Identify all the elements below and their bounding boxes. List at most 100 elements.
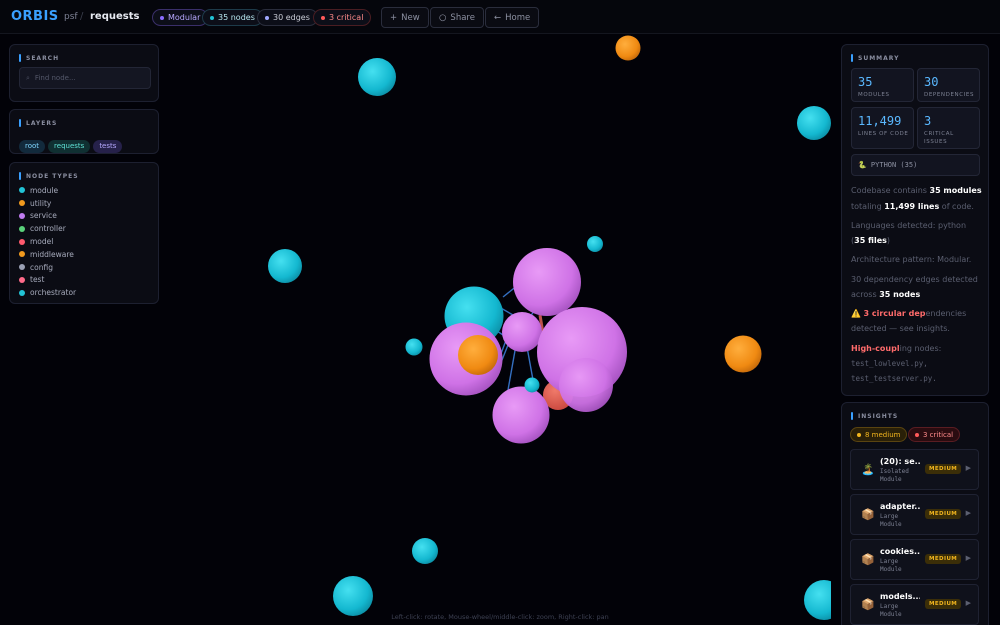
- summary-highlight: 35 nodes: [879, 290, 921, 299]
- legend-label: module: [30, 185, 59, 195]
- node-types-panel: NODE TYPES module utility service contro…: [9, 162, 159, 304]
- stat-critical-issues: 3 CRITICAL ISSUES: [917, 107, 980, 149]
- legend-item-config[interactable]: config: [19, 261, 76, 274]
- graph-node-module[interactable]: [797, 106, 831, 140]
- summary-line: Architecture pattern: Modular.: [851, 255, 972, 264]
- layer-tag-requests[interactable]: requests: [48, 139, 91, 153]
- legend-item-module[interactable]: module: [19, 184, 76, 197]
- search-panel: SEARCH ⌕ Find node...: [9, 44, 159, 102]
- canvas-controls-hint: Left-click: rotate, Mouse-wheel/middle-c…: [391, 613, 609, 621]
- legend-label: test: [30, 275, 45, 285]
- legend-swatch: [19, 225, 25, 232]
- medium-count-badge[interactable]: 8 medium: [850, 427, 908, 442]
- insight-card[interactable]: 🏝️ (20): se... Isolated Module MEDIUM ▶: [850, 449, 979, 490]
- chevron-right-icon: ▶: [965, 509, 971, 517]
- insight-card[interactable]: 📦 adapter... Large Module MEDIUM ▶: [850, 494, 979, 535]
- breadcrumb-owner[interactable]: psf: [64, 12, 78, 22]
- legend-item-model[interactable]: model: [19, 235, 76, 248]
- stat-value: 3: [924, 114, 932, 128]
- summary-line: test_lowlevel.py,: [851, 359, 928, 368]
- legend-item-service[interactable]: service: [19, 210, 76, 223]
- legend-swatch: [19, 251, 25, 258]
- legend-swatch: [19, 187, 25, 194]
- package-icon: 📦: [861, 553, 875, 566]
- layer-tag-tests[interactable]: tests: [93, 139, 123, 153]
- legend-label: middleware: [30, 249, 74, 259]
- warning-icon: ⚠️: [851, 309, 864, 318]
- graph-node-service[interactable]: [492, 386, 550, 444]
- top-bar: ORBIS psf / requests Modular 35 nodes 30…: [0, 0, 1000, 34]
- summary-line: test_testserver.py.: [851, 374, 937, 383]
- legend-item-controller[interactable]: controller: [19, 222, 76, 235]
- critical-dot-icon: [321, 15, 325, 20]
- medium-dot-icon: [857, 432, 861, 437]
- graph-node-utility[interactable]: [724, 335, 762, 373]
- graph-node-service[interactable]: [559, 358, 613, 412]
- graph-node-module[interactable]: [268, 249, 302, 283]
- legend-label: utility: [30, 198, 52, 208]
- graph-node-service[interactable]: [502, 312, 542, 352]
- summary-highlight: 35 files: [854, 236, 887, 245]
- arrow-left-icon: ←: [494, 12, 502, 23]
- search-input[interactable]: ⌕ Find node...: [19, 67, 151, 89]
- layer-tags: root requests tests: [19, 133, 125, 153]
- graph-node-module[interactable]: [587, 236, 603, 252]
- insight-title: adapter...: [880, 502, 920, 511]
- stat-dependencies: 30 DEPENDENCIES: [917, 68, 980, 102]
- summary-line: ⚠️ 3 circular dependencies: [851, 309, 966, 318]
- critical-count-badge[interactable]: 3 critical: [908, 427, 961, 442]
- insight-subtitle: Large Module: [880, 603, 902, 618]
- legend-item-utility[interactable]: utility: [19, 197, 76, 210]
- share-button[interactable]: ○ Share: [430, 7, 484, 28]
- app-logo[interactable]: ORBIS: [11, 9, 59, 24]
- graph-node-module[interactable]: [405, 338, 423, 356]
- graph-node-module[interactable]: [412, 538, 438, 564]
- graph-node-utility[interactable]: [615, 35, 641, 61]
- graph-node-service[interactable]: [513, 248, 581, 316]
- stat-label: LINES OF CODE: [858, 131, 909, 137]
- insight-title: (20): se...: [880, 457, 920, 466]
- pattern-pill-label: Modular: [168, 13, 201, 22]
- graph-node-module[interactable]: [333, 576, 373, 616]
- legend-item-test[interactable]: test: [19, 274, 76, 287]
- legend-swatch: [19, 276, 25, 283]
- critical-pill: 3 critical: [313, 9, 372, 26]
- graph-node-utility[interactable]: [458, 335, 498, 375]
- language-badge: 🐍 PYTHON (35): [851, 154, 980, 176]
- graph-nodes: [268, 35, 831, 620]
- layers-panel: LAYERS root requests tests: [9, 109, 159, 154]
- insight-card[interactable]: 📦 models.... Large Module MEDIUM ▶: [850, 584, 979, 625]
- stat-value: 35: [858, 75, 873, 89]
- graph-node-module[interactable]: [358, 58, 396, 96]
- legend-swatch: [19, 264, 25, 271]
- layer-tag-root[interactable]: root: [19, 139, 46, 153]
- critical-pill-label: 3 critical: [329, 13, 364, 22]
- node-types-legend: module utility service controller model …: [19, 184, 76, 299]
- node-types-title: NODE TYPES: [19, 172, 79, 180]
- summary-line: across 35 nodes: [851, 290, 920, 299]
- insights-title: INSIGHTS: [851, 412, 898, 420]
- new-button[interactable]: + New: [381, 7, 429, 28]
- critical-dot-icon: [915, 432, 919, 437]
- chevron-right-icon: ▶: [965, 464, 971, 472]
- legend-swatch: [19, 200, 25, 207]
- home-button[interactable]: ← Home: [485, 7, 540, 28]
- medium-count-label: 8 medium: [865, 430, 901, 439]
- plus-icon: +: [390, 12, 398, 23]
- summary-panel: SUMMARY 35 MODULES 30 DEPENDENCIES 11,49…: [841, 44, 989, 396]
- summary-text: endencies: [925, 309, 967, 318]
- nodes-pill-label: 35 nodes: [218, 13, 255, 22]
- insight-subtitle: Isolated Module: [880, 468, 909, 483]
- insight-card[interactable]: 📦 cookies.... Large Module MEDIUM ▶: [850, 539, 979, 580]
- graph-node-module[interactable]: [524, 377, 540, 393]
- legend-item-middleware[interactable]: middleware: [19, 248, 76, 261]
- severity-badge: MEDIUM: [925, 509, 962, 519]
- stat-label: DEPENDENCIES: [924, 92, 975, 98]
- nodes-dot-icon: [210, 15, 214, 20]
- legend-item-orchestrator[interactable]: orchestrator: [19, 286, 76, 299]
- new-button-label: New: [401, 12, 420, 23]
- summary-line: detected — see insights.: [851, 324, 950, 333]
- graph-canvas[interactable]: [168, 35, 831, 625]
- stat-label: CRITICAL ISSUES: [924, 131, 954, 145]
- insight-subtitle: Large Module: [880, 513, 902, 528]
